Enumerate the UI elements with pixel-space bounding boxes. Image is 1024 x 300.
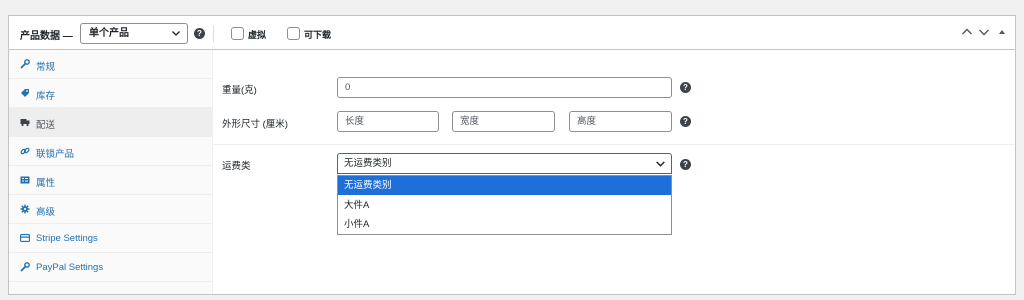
panel-header: 产品数据 — 单个产品 ? 虚拟 可下载: [9, 16, 1015, 50]
help-icon[interactable]: ?: [680, 159, 691, 170]
tab-label: Stripe Settings: [36, 233, 98, 244]
gear-icon: [20, 204, 30, 214]
tag-icon: [21, 89, 29, 97]
shipping-class-dropdown: 无运费类别 大件A 小件A: [337, 175, 672, 235]
downloadable-checkbox-label[interactable]: 可下载: [304, 28, 331, 41]
tab-label: 常规: [36, 62, 56, 73]
weight-label: 重量(克): [222, 85, 257, 96]
card-icon: [20, 234, 30, 242]
dimensions-label: 外形尺寸 (厘米): [222, 119, 288, 130]
height-input[interactable]: 高度: [569, 111, 672, 132]
wrench-icon: [20, 59, 30, 69]
help-icon[interactable]: ?: [680, 116, 691, 127]
tab-general[interactable]: 常规: [9, 50, 213, 79]
chevron-down-icon[interactable]: [977, 25, 991, 39]
product-type-value: 单个产品: [89, 28, 129, 39]
section-divider: [214, 144, 1015, 145]
tab-linked-products[interactable]: 联锁产品: [9, 137, 213, 166]
tab-attributes[interactable]: 属性: [9, 166, 213, 195]
tab-shipping[interactable]: 配送: [9, 108, 213, 137]
chevron-down-icon: [172, 31, 180, 36]
virtual-checkbox[interactable]: [231, 27, 244, 40]
virtual-checkbox-label[interactable]: 虚拟: [248, 28, 266, 41]
chevron-up-icon[interactable]: [960, 25, 974, 39]
collapse-arrow-icon[interactable]: [995, 25, 1009, 39]
chevron-down-icon: [656, 161, 665, 167]
shipping-class-select[interactable]: 无运费类别: [337, 153, 672, 174]
width-input[interactable]: 宽度: [452, 111, 555, 132]
tab-label: 联锁产品: [36, 149, 75, 160]
weight-input[interactable]: 0: [337, 77, 672, 98]
product-data-tabs: 常规 库存 配送 联锁产品 属性 高级 Stripe Settings PayP…: [9, 50, 213, 294]
shipping-panel: 重量(克) 0 ? 外形尺寸 (厘米) 长度 宽度 高度 ? 运费类 无运费类别…: [214, 50, 1015, 294]
tab-label: 高级: [36, 207, 56, 218]
tab-advanced[interactable]: 高级: [9, 195, 213, 224]
link-icon: [20, 147, 30, 155]
tab-paypal-settings[interactable]: PayPal Settings: [9, 253, 213, 282]
length-input[interactable]: 长度: [337, 111, 439, 132]
tab-stripe-settings[interactable]: Stripe Settings: [9, 224, 213, 253]
list-icon: [20, 176, 30, 184]
dropdown-option[interactable]: 大件A: [338, 196, 671, 215]
wrench-icon: [20, 262, 30, 272]
downloadable-checkbox[interactable]: [287, 27, 300, 40]
product-data-panel: 产品数据 — 单个产品 ? 虚拟 可下载 常规 库存 配送 联锁产品 属性 高级…: [8, 15, 1016, 295]
product-type-select[interactable]: 单个产品: [80, 23, 188, 44]
tab-label: 库存: [36, 91, 56, 102]
header-divider: [213, 25, 214, 42]
help-icon[interactable]: ?: [194, 28, 205, 39]
truck-icon: [20, 119, 30, 127]
tab-label: 属性: [36, 178, 56, 189]
tab-label: PayPal Settings: [36, 262, 104, 273]
dropdown-option[interactable]: 小件A: [338, 215, 671, 234]
panel-title: 产品数据 —: [20, 31, 73, 42]
help-icon[interactable]: ?: [680, 82, 691, 93]
shipping-class-label: 运费类: [222, 161, 251, 172]
dropdown-option[interactable]: 无运费类别: [338, 176, 671, 195]
tab-label: 配送: [36, 120, 56, 131]
tab-inventory[interactable]: 库存: [9, 79, 213, 108]
shipping-class-value: 无运费类别: [344, 158, 392, 169]
